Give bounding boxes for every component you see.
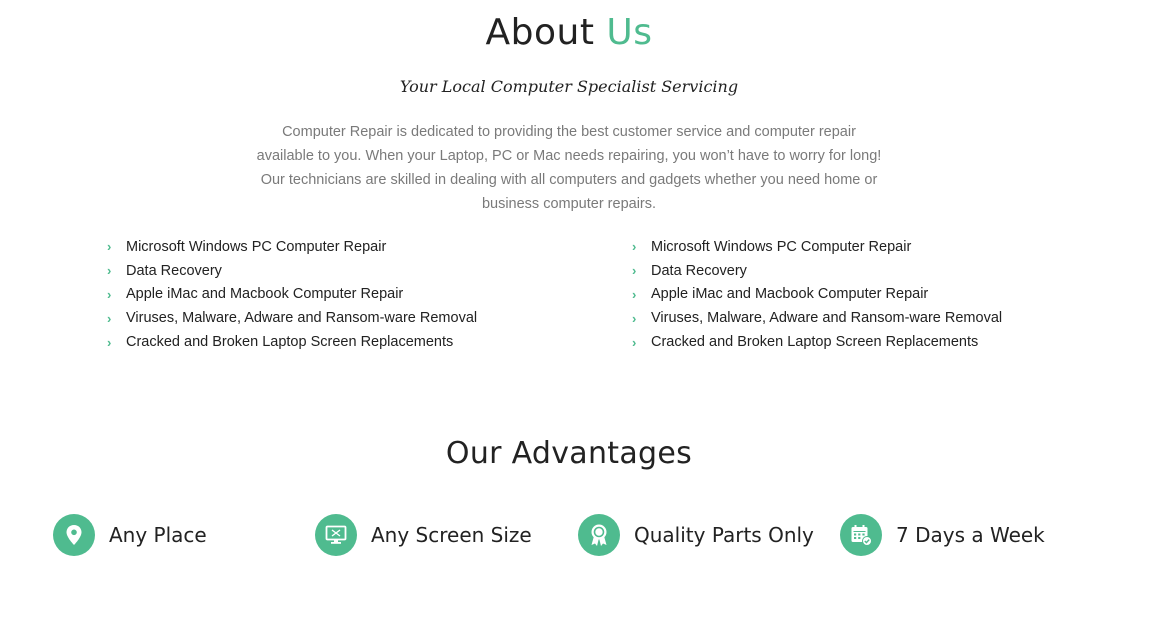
advantage-seven-days: 7 Days a Week — [840, 514, 1045, 556]
service-label: Microsoft Windows PC Computer Repair — [651, 238, 912, 255]
monitor-icon — [315, 514, 357, 556]
service-label: Apple iMac and Macbook Computer Repair — [126, 286, 404, 303]
chevron-right-icon: › — [107, 286, 112, 302]
chevron-right-icon: › — [107, 334, 112, 350]
chevron-right-icon: › — [632, 286, 637, 302]
service-label: Cracked and Broken Laptop Screen Replace… — [126, 334, 454, 351]
advantage-quality-parts: Quality Parts Only — [578, 514, 814, 556]
service-label: Data Recovery — [126, 262, 222, 279]
chevron-right-icon: › — [107, 263, 112, 279]
service-list-item: › Data Recovery — [632, 259, 1002, 283]
calendar-check-icon — [840, 514, 882, 556]
location-pin-icon — [53, 514, 95, 556]
service-list-item: › Viruses, Malware, Adware and Ransom-war… — [107, 306, 477, 330]
services-list-right: › Microsoft Windows PC Computer Repair › D… — [632, 235, 1002, 354]
services-list-left: › Microsoft Windows PC Computer Repair › D… — [107, 235, 477, 354]
service-label: Viruses, Malware, Adware and Ransom-ware… — [126, 310, 478, 327]
service-label: Cracked and Broken Laptop Screen Replace… — [651, 334, 979, 351]
advantage-label: 7 Days a Week — [896, 523, 1045, 547]
chevron-right-icon: › — [632, 239, 637, 255]
chevron-right-icon: › — [107, 239, 112, 255]
award-ribbon-icon — [578, 514, 620, 556]
intro-line: available to you. When your Laptop, PC o… — [256, 148, 882, 164]
advantages-heading: Our Advantages — [445, 436, 693, 471]
service-label: Viruses, Malware, Adware and Ransom-ware… — [651, 310, 1003, 327]
service-list-item: › Apple iMac and Macbook Computer Repair — [107, 283, 477, 307]
service-list-item: › Data Recovery — [107, 259, 477, 283]
service-list-item: › Cracked and Broken Laptop Screen Replac… — [632, 330, 1002, 354]
service-list-item: › Microsoft Windows PC Computer Repair — [632, 235, 1002, 259]
intro-line: Computer Repair is dedicated to providin… — [282, 124, 856, 140]
advantage-any-screen-size: Any Screen Size — [315, 514, 532, 556]
intro-line: Our technicians are skilled in dealing w… — [260, 172, 878, 188]
about-subtitle: Your Local Computer Specialist Servicing — [399, 77, 739, 96]
advantage-any-place: Any Place — [53, 514, 207, 556]
service-label: Microsoft Windows PC Computer Repair — [126, 238, 387, 255]
intro-line: business computer repairs. — [481, 196, 657, 212]
service-list-item: › Cracked and Broken Laptop Screen Replac… — [107, 330, 477, 354]
service-list-item: › Viruses, Malware, Adware and Ransom-war… — [632, 306, 1002, 330]
service-label: Apple iMac and Macbook Computer Repair — [651, 286, 929, 303]
service-list-item: › Apple iMac and Macbook Computer Repair — [632, 283, 1002, 307]
chevron-right-icon: › — [632, 263, 637, 279]
advantage-label: Any Place — [109, 523, 207, 547]
about-us-heading: About Us — [0, 12, 1138, 53]
chevron-right-icon: › — [632, 310, 637, 326]
chevron-right-icon: › — [632, 334, 637, 350]
service-list-item: › Microsoft Windows PC Computer Repair — [107, 235, 477, 259]
about-intro-paragraph: Computer Repair is dedicated to providin… — [244, 120, 894, 216]
advantage-label: Quality Parts Only — [634, 523, 814, 547]
about-heading-accent: Us — [606, 12, 653, 53]
chevron-right-icon: › — [107, 310, 112, 326]
service-label: Data Recovery — [651, 262, 747, 279]
about-heading-main: About — [485, 12, 595, 53]
advantage-label: Any Screen Size — [371, 523, 532, 547]
